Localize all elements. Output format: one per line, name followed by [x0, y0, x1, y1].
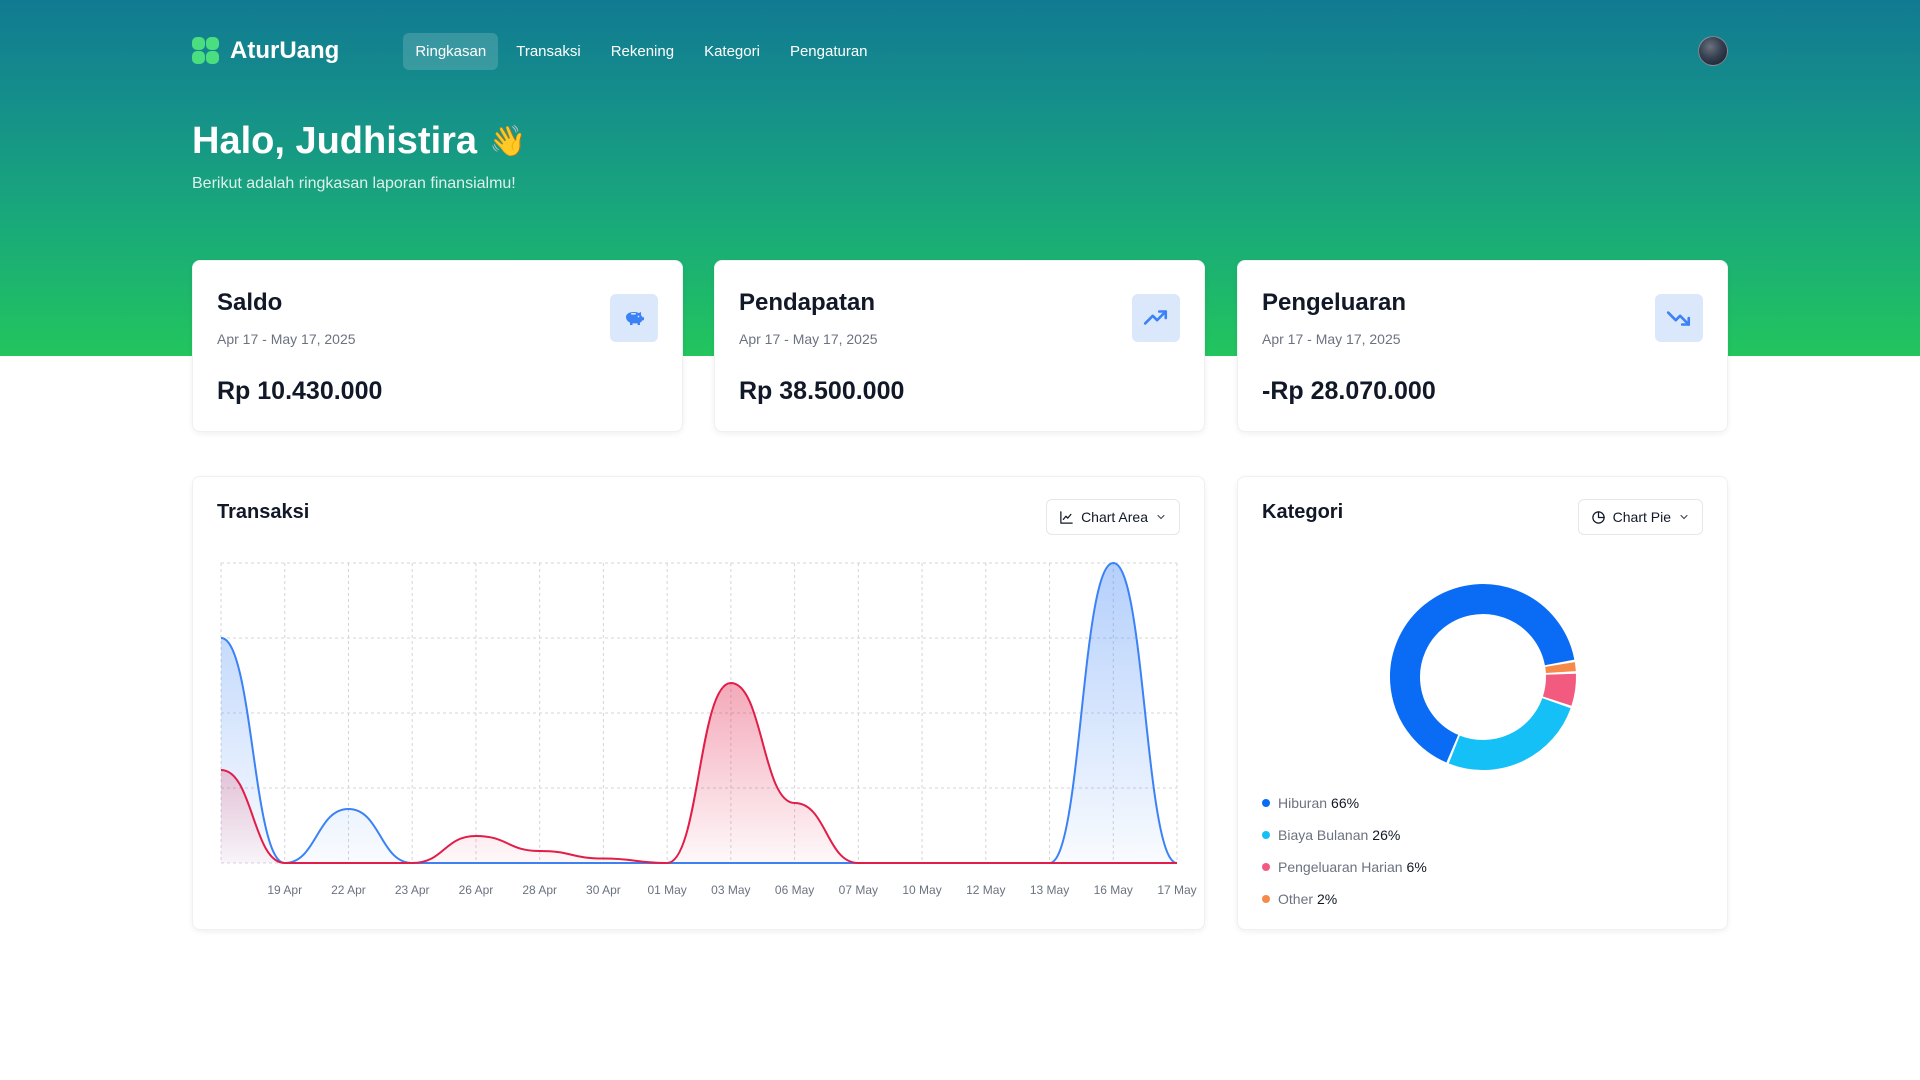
x-tick-label: 01 May	[647, 883, 686, 897]
legend-dot	[1262, 799, 1270, 807]
categories-legend: Hiburan 66% Biaya Bulanan 26% Pengeluara…	[1262, 787, 1427, 915]
waving-hand-icon: 👋	[489, 125, 527, 158]
legend-percent: 26%	[1372, 827, 1401, 843]
card-date-range: Apr 17 - May 17, 2025	[217, 331, 356, 347]
pie-chart-type-label: Chart Pie	[1612, 509, 1671, 525]
nav-item-ringkasan[interactable]: Ringkasan	[403, 32, 499, 70]
x-tick-label: 13 May	[1030, 883, 1069, 897]
legend-label: Hiburan	[1278, 795, 1328, 811]
x-tick-label: 23 Apr	[395, 883, 430, 897]
x-tick-label: 12 May	[966, 883, 1005, 897]
transactions-area-chart: 19 Apr 22 Apr 23 Apr 26 Apr 28 Apr 30 Apr 01 M…	[220, 561, 1197, 897]
categories-title: Kategori	[1262, 501, 1344, 523]
card-amount: Rp 38.500.000	[739, 377, 905, 405]
x-tick-label: 16 May	[1094, 883, 1133, 897]
x-tick-label: 10 May	[902, 883, 941, 897]
pie-chart-type-dropdown[interactable]: Chart Pie	[1577, 499, 1703, 535]
brand[interactable]: AturUang	[192, 37, 339, 65]
donut-slice-biaya-bulanan[interactable]	[1448, 697, 1571, 770]
pie-chart-icon	[1591, 510, 1605, 524]
nav-item-rekening[interactable]: Rekening	[599, 33, 686, 70]
legend-item: Pengeluaran Harian 6%	[1262, 851, 1427, 883]
card-amount: -Rp 28.070.000	[1262, 377, 1436, 405]
transactions-panel: Transaksi Chart Area 19 Apr 22 Apr 23 Apr 2…	[192, 476, 1205, 930]
greeting-text: Halo, Judhistira	[192, 120, 478, 162]
greeting-title: Halo, Judhistira 👋	[192, 120, 526, 163]
legend-item: Hiburan 66%	[1262, 787, 1427, 819]
nav-links: Ringkasan Transaksi Rekening Kategori Pe…	[403, 32, 880, 70]
legend-percent: 6%	[1406, 859, 1427, 875]
x-tick-label: 03 May	[711, 883, 750, 897]
card-pengeluaran: Pengeluaran Apr 17 - May 17, 2025 -Rp 28…	[1237, 260, 1728, 432]
greeting-subtitle: Berikut adalah ringkasan laporan finansi…	[192, 175, 516, 192]
x-tick-label: 22 Apr	[331, 883, 366, 897]
clover-logo-icon	[192, 37, 220, 65]
card-date-range: Apr 17 - May 17, 2025	[1262, 331, 1401, 347]
legend-percent: 2%	[1317, 891, 1338, 907]
card-title: Pengeluaran	[1262, 289, 1407, 316]
nav-item-kategori[interactable]: Kategori	[692, 33, 772, 70]
chart-type-label: Chart Area	[1081, 509, 1148, 525]
nav-item-pengaturan[interactable]: Pengaturan	[778, 33, 880, 70]
card-pendapatan: Pendapatan Apr 17 - May 17, 2025 Rp 38.5…	[714, 260, 1205, 432]
categories-panel: Kategori Chart Pie Hiburan 66% Biaya Bul…	[1237, 476, 1728, 930]
legend-dot	[1262, 831, 1270, 839]
card-amount: Rp 10.430.000	[217, 377, 383, 405]
legend-percent: 66%	[1331, 795, 1360, 811]
legend-label: Biaya Bulanan	[1278, 827, 1369, 843]
chevron-down-icon	[1157, 514, 1165, 520]
chart-type-dropdown[interactable]: Chart Area	[1046, 499, 1180, 535]
trending-down-icon	[1655, 294, 1703, 342]
x-tick-label: 30 Apr	[586, 883, 621, 897]
x-tick-label: 07 May	[839, 883, 878, 897]
transactions-title: Transaksi	[217, 501, 310, 523]
legend-item: Biaya Bulanan 26%	[1262, 819, 1427, 851]
piggy-bank-icon	[610, 294, 658, 342]
x-tick-label: 19 Apr	[267, 883, 302, 897]
legend-dot	[1262, 863, 1270, 871]
x-tick-label: 26 Apr	[459, 883, 494, 897]
legend-label: Pengeluaran Harian	[1278, 859, 1403, 875]
trending-up-icon	[1132, 294, 1180, 342]
card-saldo: Saldo Apr 17 - May 17, 2025 Rp 10.430.00…	[192, 260, 683, 432]
brand-name: AturUang	[230, 37, 340, 64]
chevron-down-icon	[1680, 514, 1688, 520]
nav-item-transaksi[interactable]: Transaksi	[504, 33, 592, 70]
card-title: Saldo	[217, 289, 283, 316]
card-date-range: Apr 17 - May 17, 2025	[739, 331, 878, 347]
x-tick-label: 17 May	[1157, 883, 1196, 897]
legend-dot	[1262, 895, 1270, 903]
donut-slice-other[interactable]	[1545, 662, 1576, 674]
x-tick-label: 06 May	[775, 883, 814, 897]
card-title: Pendapatan	[739, 289, 876, 316]
area-chart-icon	[1060, 510, 1073, 524]
categories-donut-chart	[1390, 584, 1576, 770]
user-avatar[interactable]	[1698, 36, 1728, 66]
x-tick-label: 28 Apr	[522, 883, 557, 897]
legend-label: Other	[1278, 891, 1314, 907]
top-navbar: AturUang Ringkasan Transaksi Rekening Ka…	[192, 32, 1728, 70]
legend-item: Other 2%	[1262, 883, 1427, 915]
donut-slice-pengeluaran-harian[interactable]	[1542, 673, 1576, 706]
